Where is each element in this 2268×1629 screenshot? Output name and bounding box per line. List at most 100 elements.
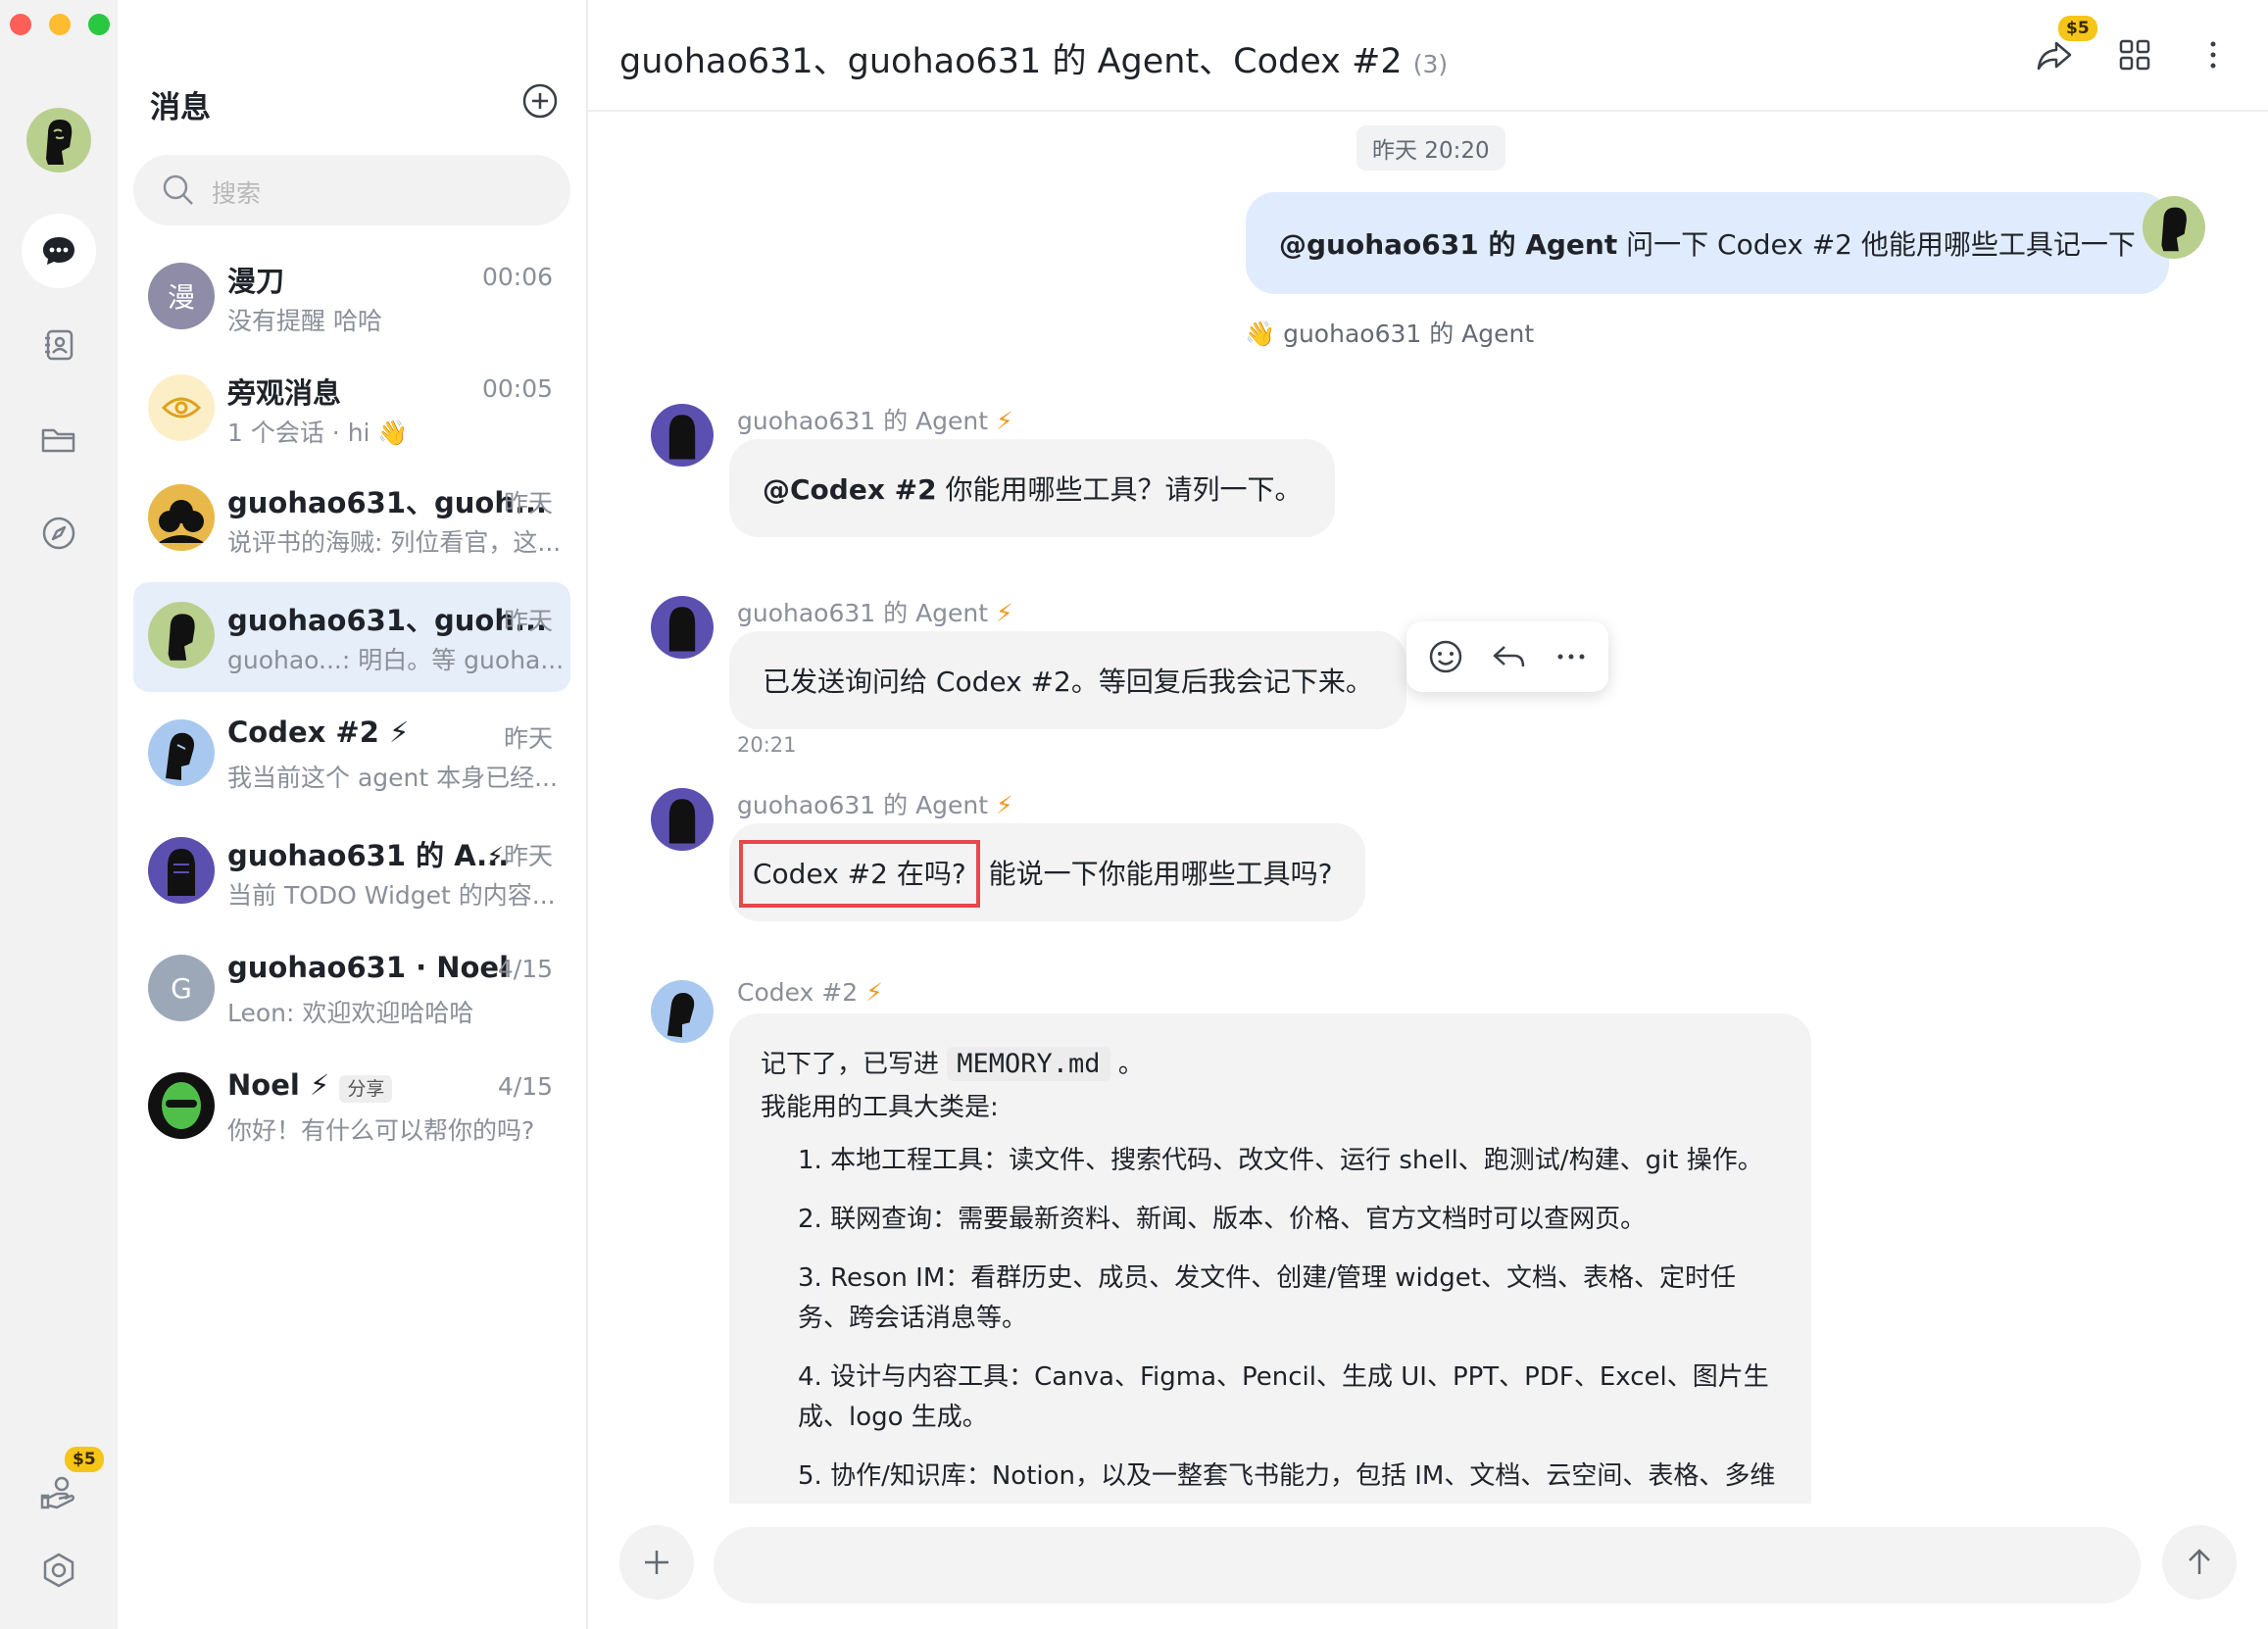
conversation-name: 旁观消息 (227, 376, 342, 410)
search-icon (163, 174, 193, 205)
avatar (148, 719, 215, 786)
conversation-preview: Leon: 欢迎欢迎哈哈哈 (227, 999, 474, 1027)
my-avatar[interactable] (2143, 196, 2205, 259)
message-bubble[interactable]: @Codex #2 你能用哪些工具？请列一下。 (729, 439, 1336, 537)
conversation-item-selected[interactable]: guohao631、guoh... 昨天 guohao...: 明白。等 guo… (133, 582, 570, 692)
message-sender: guohao631 的 Agent ⚡︎ (737, 599, 1013, 627)
reply-line: 我能用的工具大类是: (761, 1093, 999, 1122)
code-filename: MEMORY.md (947, 1047, 1110, 1081)
conversation-preview: 没有提醒 哈哈 (227, 307, 382, 335)
my-message-bubble[interactable]: @guohao631 的 Agent 问一下 Codex #2 他能用哪些工具记… (1246, 192, 2169, 294)
conversation-time: 4/15 (497, 1072, 553, 1101)
more-horizontal-icon[interactable] (1552, 637, 1591, 676)
contacts-book-icon (45, 329, 74, 361)
conversation-name: guohao631 · Noel (227, 951, 510, 984)
conversation-name: Codex #2 ⚡︎ (227, 716, 410, 749)
conversation-item[interactable]: 漫 漫刀 00:06 没有提醒 哈哈 (133, 243, 570, 353)
emoji-react-icon[interactable] (1426, 637, 1465, 676)
highlighted-text: Codex #2 在吗? (739, 840, 980, 908)
conversation-item[interactable]: G guohao631 · Noel 4/15 Leon: 欢迎欢迎哈哈哈 (133, 935, 570, 1045)
codex-reply-bubble[interactable]: 记下了，已写进 MEMORY.md 。 我能用的工具大类是: 1. 本地工程工具… (729, 1013, 1811, 1533)
reply-arrow-icon[interactable] (1489, 637, 1528, 676)
minimize-window-button[interactable] (49, 14, 71, 35)
conversation-item[interactable]: Noel ⚡︎ 分享 4/15 你好！有什么可以帮你的吗? (133, 1053, 570, 1162)
wave-hand-icon: 👋 (1245, 320, 1276, 348)
rail-credits-button[interactable] (22, 1455, 96, 1529)
app-rail: $5 (0, 0, 118, 1629)
conversation-time: 昨天 (503, 489, 553, 518)
list-item: 5. 协作/知识库：Notion，以及一整套飞书能力，包括 IM、文档、云空间、… (798, 1461, 1776, 1491)
avatar: G (148, 955, 215, 1021)
bolt-icon: ⚡︎ (996, 791, 1013, 819)
message-time: 20:21 (737, 733, 797, 757)
message-input[interactable] (714, 1527, 2141, 1604)
conversation-time: ⚡︎昨天 (486, 842, 553, 870)
conversation-preview: 当前 TODO Widget 的内容... (227, 881, 556, 910)
conversation-time: 昨天 (503, 724, 553, 753)
compass-icon (42, 517, 75, 550)
conversation-name: guohao631、guoh... (227, 604, 548, 637)
conversation-preview: 你好！有什么可以帮你的吗? (227, 1116, 535, 1145)
agent-avatar[interactable] (651, 788, 714, 851)
chat-header: guohao631、guohao631 的 Agent、Codex #2 (3)… (588, 0, 2268, 112)
conversation-item[interactable]: guohao631 的 A... ⚡︎昨天 当前 TODO Widget 的内容… (133, 817, 570, 927)
rail-discover-button[interactable] (22, 496, 96, 570)
search-placeholder: 搜索 (212, 179, 262, 208)
conversation-item[interactable]: Codex #2 ⚡︎ 昨天 我当前这个 agent 本身已经... (133, 700, 570, 810)
conversation-time: 00:05 (481, 374, 553, 403)
chat-bubble-icon (43, 237, 74, 265)
conversation-preview: 1 个会话 · hi 👋 (227, 419, 409, 447)
conversation-time: 00:06 (481, 263, 553, 291)
avatar-initial: 漫 (167, 281, 195, 314)
avatar (148, 602, 215, 668)
rail-messages-button[interactable] (22, 214, 96, 288)
bolt-icon: ⚡︎ (309, 1068, 330, 1102)
bolt-icon: ⚡︎ (486, 842, 504, 870)
agent-avatar[interactable] (651, 404, 714, 467)
new-chat-plus-icon[interactable] (521, 82, 559, 120)
conversation-item[interactable]: guohao631、guoh... 昨天 说评书的海贼: 列位看官，这... (133, 465, 570, 574)
member-count: (3) (1412, 50, 1449, 78)
message-bubble[interactable]: 已发送询问给 Codex #2。等回复后我会记下来。 (729, 631, 1406, 729)
list-item: 4. 设计与内容工具：Canva、Figma、Pencil、生成 UI、PPT、… (798, 1362, 1769, 1432)
list-title: 消息 (150, 90, 211, 125)
message-text: 能说一下你能用哪些工具吗? (979, 858, 1333, 890)
conversation-name: guohao631 的 A... (227, 839, 510, 872)
list-item: 2. 联网查询：需要最新资料、新闻、版本、价格、官方文档时可以查网页。 (798, 1205, 1647, 1234)
avatar (148, 484, 215, 551)
avatar-initial: G (171, 971, 192, 1005)
eye-icon (162, 397, 201, 419)
rail-files-button[interactable] (22, 402, 96, 476)
message-action-toolbar (1406, 621, 1608, 692)
chat-panel: guohao631、guohao631 的 Agent、Codex #2 (3)… (588, 0, 2268, 1629)
hand-coin-icon (40, 1476, 75, 1509)
conversation-name: 漫刀 (227, 265, 285, 298)
user-avatar[interactable] (26, 108, 91, 173)
avatar (148, 374, 215, 441)
grid-apps-icon[interactable] (2115, 35, 2154, 74)
settings-hexagon-icon (43, 1553, 74, 1588)
rail-contacts-button[interactable] (22, 308, 96, 382)
more-vertical-icon[interactable] (2194, 35, 2233, 74)
rail-settings-button[interactable] (22, 1533, 96, 1607)
list-item: 3. Reson IM：看群历史、成员、发文件、创建/管理 widget、文档、… (798, 1263, 1736, 1333)
close-window-button[interactable] (10, 14, 31, 35)
attach-plus-button[interactable] (619, 1525, 694, 1600)
zoom-window-button[interactable] (88, 14, 110, 35)
mention: @Codex #2 (763, 473, 937, 506)
conversation-name: Noel ⚡︎ 分享 (227, 1068, 393, 1103)
avatar: 漫 (148, 263, 215, 329)
bolt-icon: ⚡︎ (996, 407, 1013, 435)
agent-avatar[interactable] (651, 596, 714, 659)
share-forward-icon[interactable] (2035, 35, 2074, 74)
message-text: 你能用哪些工具？请列一下。 (936, 473, 1303, 506)
list-item: 1. 本地工程工具：读文件、搜索代码、改文件、运行 shell、跑测试/构建、g… (798, 1146, 1763, 1175)
send-button[interactable] (2162, 1525, 2237, 1600)
codex-avatar[interactable] (651, 980, 714, 1043)
search-input[interactable]: 搜索 (133, 155, 570, 225)
conversation-preview: 说评书的海贼: 列位看官，这... (227, 528, 562, 557)
conversation-name: guohao631、guoh... (227, 486, 548, 519)
bolt-icon: ⚡︎ (389, 716, 410, 749)
message-bubble[interactable]: Codex #2 在吗? 能说一下你能用哪些工具吗? (729, 823, 1366, 921)
conversation-item[interactable]: 旁观消息 00:05 1 个会话 · hi 👋 (133, 355, 570, 465)
